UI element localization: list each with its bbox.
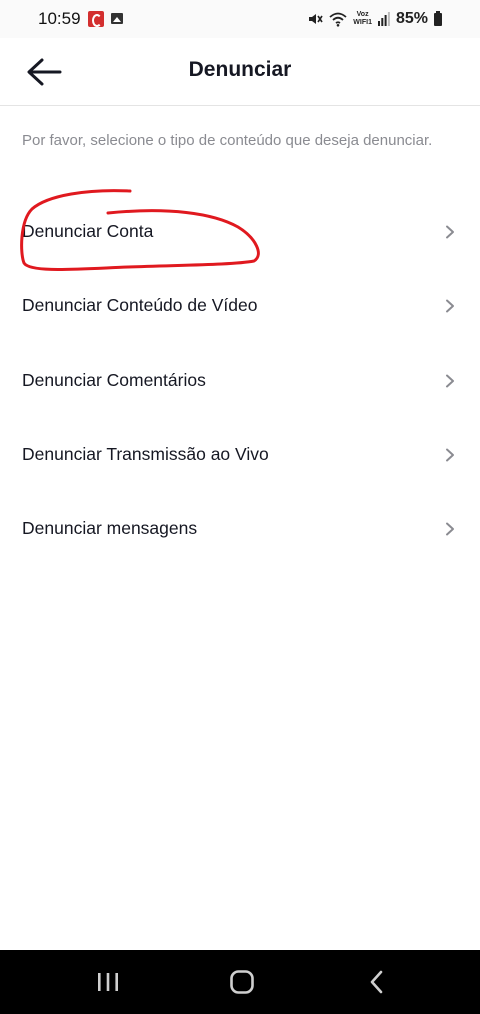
recents-icon [98, 973, 118, 991]
chevron-right-icon [446, 448, 454, 462]
menu-item-label: Denunciar mensagens [22, 518, 198, 539]
recents-button[interactable] [88, 966, 128, 998]
voz-wifi-indicator: Voz WIFI1 [353, 11, 372, 27]
chevron-right-icon [446, 225, 454, 239]
report-screen: 10:59 Voz WIFI1 85% Denunciar Por favor,… [0, 0, 480, 1014]
battery-percentage: 85% [395, 10, 428, 27]
chevron-right-icon [446, 299, 454, 313]
app-notification-icon [88, 11, 104, 27]
chevron-right-icon [446, 522, 454, 536]
signal-icon [377, 12, 390, 26]
report-video-item[interactable]: Denunciar Conteúdo de Vídeo [0, 270, 480, 344]
voz-label: Voz [356, 11, 369, 18]
report-live-item[interactable]: Denunciar Transmissão ao Vivo [0, 419, 480, 493]
nav-back-button[interactable] [357, 966, 397, 998]
instructions-text: Por favor, selecione o tipo de conteúdo … [22, 132, 433, 149]
wifi-icon [329, 12, 347, 27]
status-time: 10:59 [38, 9, 81, 28]
header: Denunciar [0, 38, 480, 106]
menu-item-label: Denunciar Conteúdo de Vídeo [22, 295, 258, 316]
image-notification-icon [111, 13, 123, 24]
report-options-list: Denunciar Conta Denunciar Conteúdo de Ví… [0, 196, 480, 567]
system-nav-bar [0, 950, 480, 1014]
report-account-item[interactable]: Denunciar Conta [0, 196, 480, 270]
home-icon [230, 970, 254, 994]
battery-icon [434, 10, 442, 26]
wifi-calling-label: WIFI1 [353, 19, 372, 26]
status-bar: 10:59 Voz WIFI1 85% [0, 0, 480, 38]
status-indicators: Voz WIFI1 85% [307, 8, 442, 30]
mute-icon [307, 11, 323, 27]
chevron-right-icon [446, 374, 454, 388]
page-title: Denunciar [188, 58, 292, 81]
report-comments-item[interactable]: Denunciar Comentários [0, 345, 480, 419]
menu-item-label: Denunciar Conta [22, 221, 154, 241]
home-button[interactable] [222, 966, 262, 998]
menu-item-label: Denunciar Comentários [22, 369, 206, 390]
menu-item-label: Denunciar Transmissão ao Vivo [22, 443, 269, 464]
report-messages-item[interactable]: Denunciar mensagens [0, 493, 480, 567]
nav-back-icon [370, 970, 383, 994]
